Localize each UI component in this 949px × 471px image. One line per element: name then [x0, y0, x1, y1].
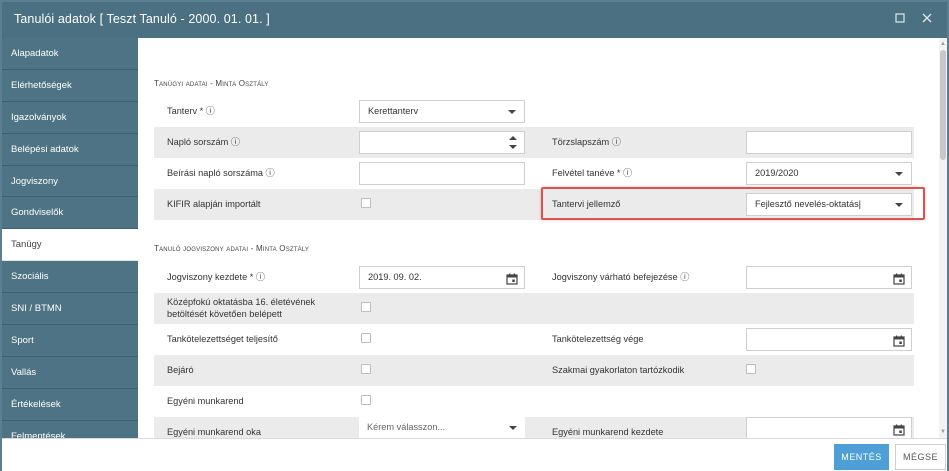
tankot-label: Tankötelezettséget teljesítő: [167, 334, 278, 344]
chevron-down-icon: [895, 172, 903, 176]
chevron-down-icon: [508, 110, 516, 114]
sidebar-item-vallas[interactable]: Vallás: [2, 357, 138, 389]
egyeni-label: Egyéni munkarend: [167, 396, 244, 406]
scroll-up-icon[interactable]: ▲: [939, 40, 947, 48]
kifir-checkbox[interactable]: [361, 198, 371, 208]
tanterv-value: Kerettanterv: [368, 106, 419, 116]
vertical-scrollbar[interactable]: ▲ ▼: [939, 38, 947, 438]
egyeni-oka-label: Egyéni munkarend oka: [167, 427, 261, 437]
sidebar-item-jogviszony[interactable]: Jogviszony: [2, 166, 138, 198]
stepper-icon[interactable]: [509, 135, 517, 151]
beirasi-label: Beírási napló sorszáma ⓘ: [167, 168, 275, 178]
kozepfoku-label-line2: betöltését követően belépett: [167, 309, 282, 319]
kozepfoku-checkbox[interactable]: [361, 302, 371, 312]
tankot-checkbox[interactable]: [361, 333, 371, 343]
egyeni-kezdete-label: Egyéni munkarend kezdete: [552, 427, 664, 437]
kezdete-label: Jogviszony kezdete * ⓘ: [167, 272, 266, 282]
calendar-icon[interactable]: [893, 334, 905, 347]
szakmai-checkbox[interactable]: [746, 364, 756, 374]
kezdete-date-input[interactable]: 2019. 09. 02.: [359, 266, 525, 289]
bejaro-label: Bejáró: [167, 365, 194, 375]
scrollbar-thumb[interactable]: [940, 50, 946, 160]
save-button[interactable]: MENTÉS: [834, 444, 889, 470]
section-title-jogviszony: Tanuló jogviszony adatai - Minta Osztály: [154, 244, 310, 253]
torzslap-label: Törzslapszám ⓘ: [552, 137, 621, 147]
egyeni-checkbox[interactable]: [361, 395, 371, 405]
sidebar-item-gondviselok[interactable]: Gondviselők: [2, 197, 138, 230]
row-tanterv: Tanterv * ⓘ Kerettanterv: [154, 96, 914, 127]
row-kozepfoku: Középfokú oktatásba 16. életévének betöl…: [154, 293, 914, 324]
row-naplo: Napló sorszám ⓘ Törzslapszám ⓘ: [154, 127, 914, 158]
row-egyeni-munkarend: Egyéni munkarend: [154, 386, 914, 417]
chevron-down-icon: [509, 426, 517, 430]
row-beirasi: Beírási napló sorszáma ⓘ Felvétel tanéve…: [154, 158, 914, 189]
egyeni-kezdete-date-input[interactable]: [746, 417, 912, 438]
felvetel-select[interactable]: 2019/2020: [746, 162, 912, 185]
cancel-button[interactable]: MÉGSE: [895, 444, 946, 470]
row-jogviszony-kezdete: Jogviszony kezdete * ⓘ 2019. 09. 02. Jog…: [154, 262, 914, 293]
egyeni-oka-select[interactable]: Kérem válasszon...: [359, 417, 525, 438]
sidebar-item-sport[interactable]: Sport: [2, 325, 138, 357]
sidebar-item-elerhetosegek[interactable]: Elérhetőségek: [2, 70, 138, 102]
sidebar: Alapadatok Elérhetőségek Igazolványok Be…: [2, 38, 138, 438]
calendar-icon[interactable]: [506, 272, 518, 285]
varhato-date-input[interactable]: [746, 266, 912, 289]
naplo-label: Napló sorszám ⓘ: [167, 137, 241, 147]
naplo-sorszam-stepper[interactable]: [359, 131, 525, 154]
tanterv-label: Tanterv * ⓘ: [167, 106, 215, 116]
tankot-vege-label: Tankötelezettség vége: [552, 334, 644, 344]
bejaro-checkbox[interactable]: [361, 364, 371, 374]
scroll-down-icon[interactable]: ▼: [939, 428, 947, 436]
row-egyeni-oka: Egyéni munkarend oka Kérem válasszon... …: [154, 417, 914, 438]
sidebar-item-szocialis[interactable]: Szociális: [2, 261, 138, 294]
felvetel-value: 2019/2020: [755, 168, 799, 178]
dialog-window: Tanulói adatok [ Teszt Tanuló - 2000. 01…: [0, 0, 949, 471]
tankot-vege-date-input[interactable]: [746, 328, 912, 351]
sidebar-item-tanugy[interactable]: Tanügy: [2, 229, 138, 262]
maximize-icon[interactable]: [892, 11, 908, 27]
window-title: Tanulói adatok [ Teszt Tanuló - 2000. 01…: [14, 12, 270, 26]
tanterv-select[interactable]: Kerettanterv: [359, 100, 525, 123]
sidebar-item-belepesi-adatok[interactable]: Belépési adatok: [2, 134, 138, 166]
dialog-footer: MENTÉS MÉGSE: [2, 438, 947, 471]
sidebar-item-sni-btmn[interactable]: SNI / BTMN: [2, 293, 138, 326]
varhato-label: Jogviszony várható befejezése ⓘ: [552, 272, 690, 282]
title-bar: Tanulói adatok [ Teszt Tanuló - 2000. 01…: [2, 2, 947, 38]
main-content: Tanügyi adatai - Minta Osztály Tanterv *…: [138, 38, 938, 438]
row-tankotelezettseg: Tankötelezettséget teljesítő Tanköteleze…: [154, 324, 914, 355]
felvetel-label: Felvétel tanéve * ⓘ: [552, 168, 633, 178]
section-title-tanugyi: Tanügyi adatai - Minta Osztály: [154, 79, 269, 88]
calendar-icon[interactable]: [893, 272, 905, 285]
sidebar-item-felmentesek[interactable]: Felmentések: [2, 421, 138, 438]
beirasi-input[interactable]: [359, 162, 525, 185]
row-bejaro: Bejáró Szakmai gyakorlaton tartózkodik: [154, 355, 914, 386]
calendar-icon[interactable]: [893, 423, 905, 436]
sidebar-item-ertekelesek[interactable]: Értékelések: [2, 389, 138, 421]
szakmai-label: Szakmai gyakorlaton tartózkodik: [552, 365, 685, 375]
kozepfoku-label-line1: Középfokú oktatásba 16. életévének: [167, 297, 316, 307]
kezdete-value: 2019. 09. 02.: [368, 272, 422, 282]
close-icon[interactable]: [919, 11, 935, 27]
highlight-box: [541, 187, 925, 220]
egyeni-oka-placeholder: Kérem válasszon...: [367, 422, 446, 432]
kifir-label: KIFIR alapján importált: [167, 199, 261, 209]
torzslap-input[interactable]: [746, 131, 912, 154]
sidebar-item-igazolvanyok[interactable]: Igazolványok: [2, 102, 138, 134]
sidebar-item-alapadatok[interactable]: Alapadatok: [2, 38, 138, 70]
